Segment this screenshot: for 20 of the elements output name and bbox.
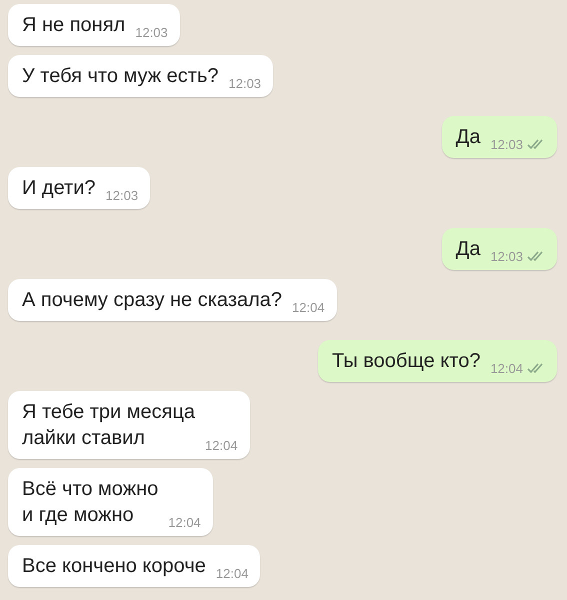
message-text: Я тебе три месяца лайки ставил	[22, 400, 196, 451]
message-time: 12:03	[490, 249, 523, 264]
message-time: 12:04	[292, 300, 325, 315]
message-text: И дети?	[22, 176, 96, 201]
message-time: 12:03	[228, 76, 262, 91]
message-text: Да	[456, 237, 480, 262]
message-text: Да	[456, 125, 480, 150]
message-text: Ты вообще кто?	[332, 349, 480, 374]
message-text: А почему сразу не сказала?	[22, 288, 282, 313]
message-time: 12:03	[106, 188, 138, 203]
message-time: 12:04	[490, 361, 523, 376]
message-time: 12:03	[135, 25, 168, 40]
message-text: Все кончено короче	[22, 554, 206, 579]
message-text: У тебя что муж есть?	[22, 64, 218, 89]
message-time: 12:04	[205, 438, 238, 453]
message-time: 12:04	[216, 566, 248, 581]
message-text: Я не понял	[22, 13, 126, 38]
message-text: Всё что можно и где можно	[22, 477, 158, 528]
message-time: 12:04	[168, 515, 201, 530]
message-time: 12:03	[490, 137, 523, 152]
